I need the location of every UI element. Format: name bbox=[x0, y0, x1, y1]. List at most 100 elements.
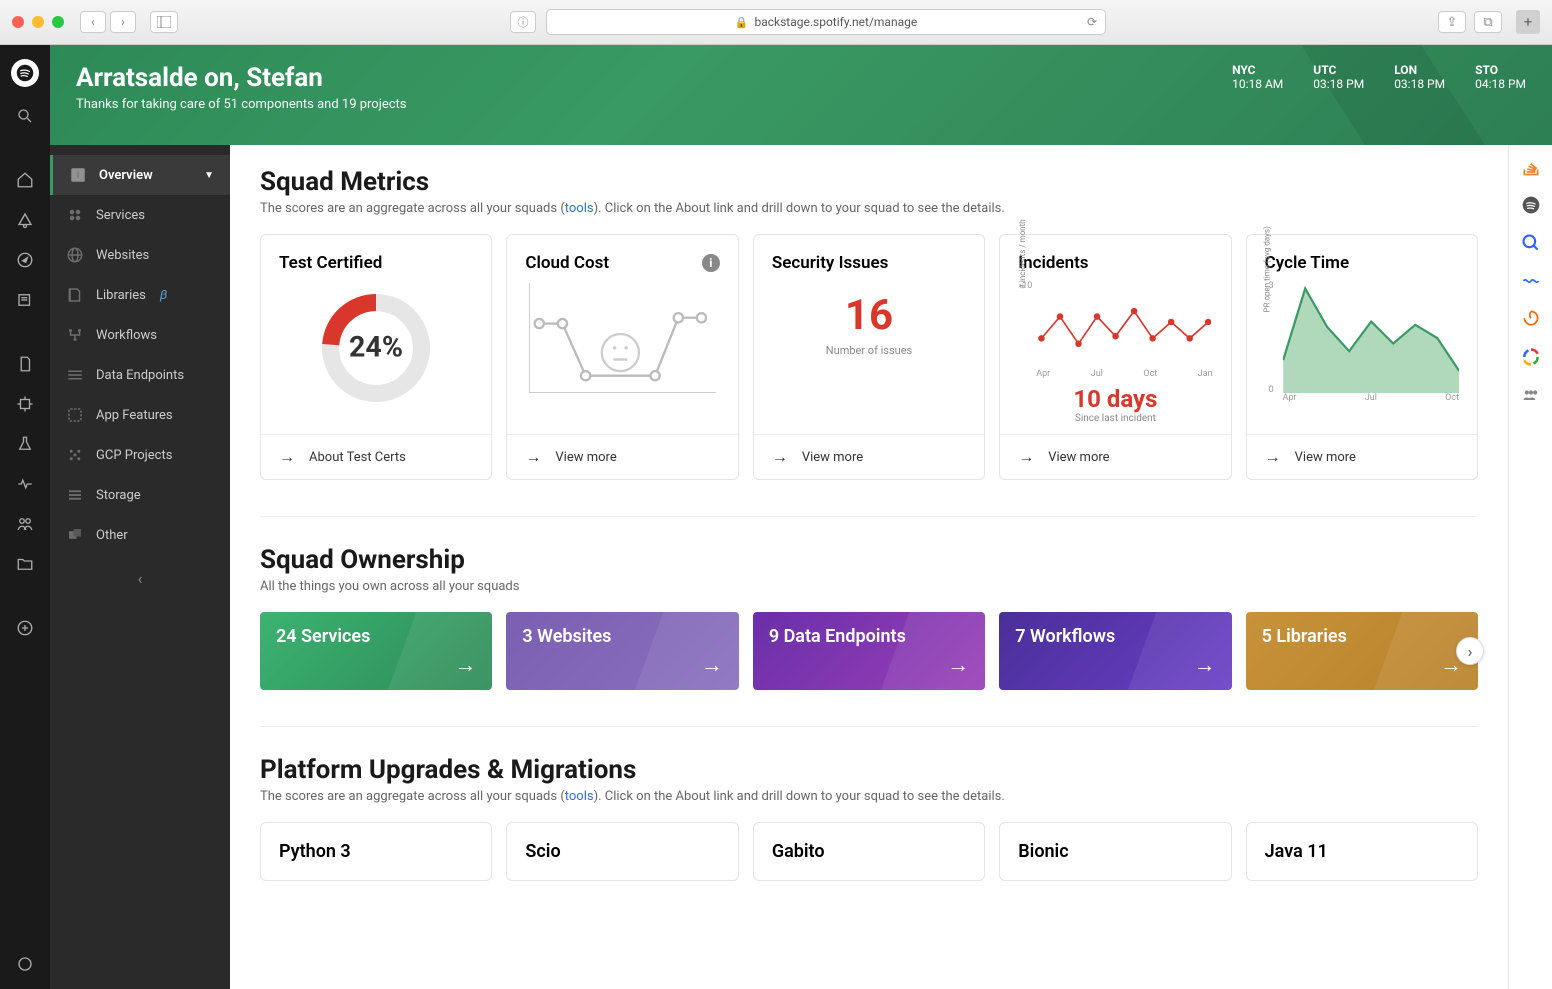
beta-badge: β bbox=[160, 288, 167, 303]
nav-icon bbox=[66, 486, 84, 504]
migration-title: Bionic bbox=[1018, 841, 1212, 862]
card-footer-link[interactable]: →View more bbox=[754, 434, 984, 479]
sidenav-item-gcp-projects[interactable]: GCP Projects bbox=[50, 435, 230, 475]
card-title: Incidents bbox=[1018, 253, 1212, 273]
nav-label: Data Endpoints bbox=[96, 368, 184, 383]
flask-icon[interactable] bbox=[14, 433, 36, 455]
sidenav-item-overview[interactable]: iOverview▼ bbox=[50, 155, 230, 195]
card-title: Cycle Time bbox=[1265, 253, 1459, 273]
ownership-label: 3 Websites bbox=[522, 626, 722, 647]
document-icon[interactable] bbox=[14, 353, 36, 375]
clock: STO04:18 PM bbox=[1475, 63, 1526, 127]
new-tab-button[interactable]: + bbox=[1516, 10, 1540, 34]
arrow-right-icon: → bbox=[1194, 652, 1216, 678]
people-icon[interactable] bbox=[14, 513, 36, 535]
tools-link[interactable]: tools bbox=[565, 789, 594, 804]
traffic-lights[interactable] bbox=[12, 16, 64, 28]
section-title-metrics: Squad Metrics bbox=[260, 167, 1478, 197]
maximize-window-icon[interactable] bbox=[52, 16, 64, 28]
sidenav-item-websites[interactable]: Websites bbox=[50, 235, 230, 275]
stackoverflow-icon[interactable] bbox=[1519, 155, 1543, 179]
migration-card[interactable]: Java 11 bbox=[1246, 822, 1478, 881]
section-title-migrations: Platform Upgrades & Migrations bbox=[260, 755, 1478, 785]
nav-icon bbox=[66, 406, 84, 424]
card-footer-link[interactable]: →View more bbox=[1247, 434, 1477, 479]
svg-text:24%: 24% bbox=[349, 330, 403, 364]
collapse-sidebar-button[interactable]: ‹ bbox=[50, 555, 230, 602]
circle-icon[interactable] bbox=[1519, 345, 1543, 369]
reload-icon[interactable]: ⟳ bbox=[1087, 15, 1097, 29]
greeting: Arratsalde on, Stefan bbox=[76, 63, 406, 93]
migration-card[interactable]: Scio bbox=[506, 822, 738, 881]
forward-button[interactable]: › bbox=[110, 11, 136, 33]
migration-card[interactable]: Python 3 bbox=[260, 822, 492, 881]
arrow-right-icon: → bbox=[1018, 447, 1034, 467]
sidenav-item-storage[interactable]: Storage bbox=[50, 475, 230, 515]
nav-label: App Features bbox=[96, 408, 173, 423]
sidenav-item-other[interactable]: Other bbox=[50, 515, 230, 555]
ownership-card[interactable]: 5 Libraries→ bbox=[1246, 612, 1478, 690]
clock: LON03:18 PM bbox=[1394, 63, 1445, 127]
news-icon[interactable] bbox=[14, 289, 36, 311]
add-icon[interactable] bbox=[14, 617, 36, 639]
ownership-card[interactable]: 7 Workflows→ bbox=[999, 612, 1231, 690]
browser-chrome: ‹ › ⓘ 🔒 backstage.spotify.net/manage ⟳ ⇪… bbox=[0, 0, 1552, 45]
card-footer-link[interactable]: →View more bbox=[507, 434, 737, 479]
ownership-card[interactable]: 9 Data Endpoints→ bbox=[753, 612, 985, 690]
nav-icon bbox=[66, 286, 84, 304]
compass-icon[interactable] bbox=[14, 249, 36, 271]
sidenav-item-app-features[interactable]: App Features bbox=[50, 395, 230, 435]
arrow-right-icon: → bbox=[947, 652, 969, 678]
section-desc-ownership: All the things you own across all your s… bbox=[260, 579, 1478, 594]
reader-button[interactable]: ⓘ bbox=[510, 11, 536, 33]
migration-card[interactable]: Gabito bbox=[753, 822, 985, 881]
back-button[interactable]: ‹ bbox=[80, 11, 106, 33]
side-nav: iOverview▼Services Websites LibrariesβWork… bbox=[50, 145, 230, 989]
wave-icon[interactable] bbox=[1519, 269, 1543, 293]
share-button[interactable]: ⇪ bbox=[1438, 11, 1466, 33]
nav-label: Websites bbox=[96, 248, 149, 263]
scroll-next-button[interactable]: › bbox=[1456, 637, 1484, 665]
home-icon[interactable] bbox=[14, 169, 36, 191]
nav-label: Storage bbox=[96, 488, 141, 503]
url-text: backstage.spotify.net/manage bbox=[754, 15, 917, 29]
sidenav-item-libraries[interactable]: Librariesβ bbox=[50, 275, 230, 315]
heart-icon[interactable] bbox=[14, 473, 36, 495]
section-desc-migrations: The scores are an aggregate across all y… bbox=[260, 789, 1478, 804]
sidenav-item-data-endpoints[interactable]: Data Endpoints bbox=[50, 355, 230, 395]
spotify-icon[interactable] bbox=[1519, 193, 1543, 217]
close-window-icon[interactable] bbox=[12, 16, 24, 28]
sidebar-toggle-icon[interactable] bbox=[150, 11, 178, 33]
spotify-logo-icon[interactable] bbox=[11, 59, 39, 87]
metrics-cards: Test Certified 24% →About Test Certs bbox=[260, 234, 1478, 480]
search-tool-icon[interactable] bbox=[1519, 231, 1543, 255]
arrow-right-icon: → bbox=[279, 447, 295, 467]
tools-link[interactable]: tools bbox=[565, 201, 594, 216]
card-cycle-time: Cycle Time PR open time (avg days) 3 0 bbox=[1246, 234, 1478, 480]
migration-title: Java 11 bbox=[1265, 841, 1459, 862]
url-bar[interactable]: 🔒 backstage.spotify.net/manage ⟳ bbox=[546, 9, 1106, 35]
ownership-card[interactable]: 3 Websites → bbox=[506, 612, 738, 690]
sidenav-item-workflows[interactable]: Workflows bbox=[50, 315, 230, 355]
icon-rail bbox=[0, 45, 50, 989]
chip-icon[interactable] bbox=[14, 393, 36, 415]
ownership-card[interactable]: 24 Services→ bbox=[260, 612, 492, 690]
cost-chart bbox=[529, 283, 715, 393]
card-footer-link[interactable]: →View more bbox=[1000, 434, 1230, 479]
status-icon[interactable] bbox=[14, 953, 36, 975]
info-icon[interactable]: i bbox=[702, 254, 720, 272]
grafana-icon[interactable] bbox=[1519, 307, 1543, 331]
migration-card[interactable]: Bionic bbox=[999, 822, 1231, 881]
card-footer-link[interactable]: →About Test Certs bbox=[261, 434, 491, 479]
card-cloud-cost: Cloud Costi bbox=[506, 234, 738, 480]
folder-icon[interactable] bbox=[14, 553, 36, 575]
arrow-right-icon: → bbox=[701, 652, 723, 678]
group-icon[interactable] bbox=[1519, 383, 1543, 407]
donut-chart: 24% bbox=[316, 288, 436, 408]
sidenav-item-services[interactable]: Services bbox=[50, 195, 230, 235]
tabs-button[interactable]: ⧉ bbox=[1474, 11, 1502, 33]
minimize-window-icon[interactable] bbox=[32, 16, 44, 28]
triangle-icon[interactable] bbox=[14, 209, 36, 231]
right-rail bbox=[1508, 145, 1552, 989]
search-icon[interactable] bbox=[14, 105, 36, 127]
